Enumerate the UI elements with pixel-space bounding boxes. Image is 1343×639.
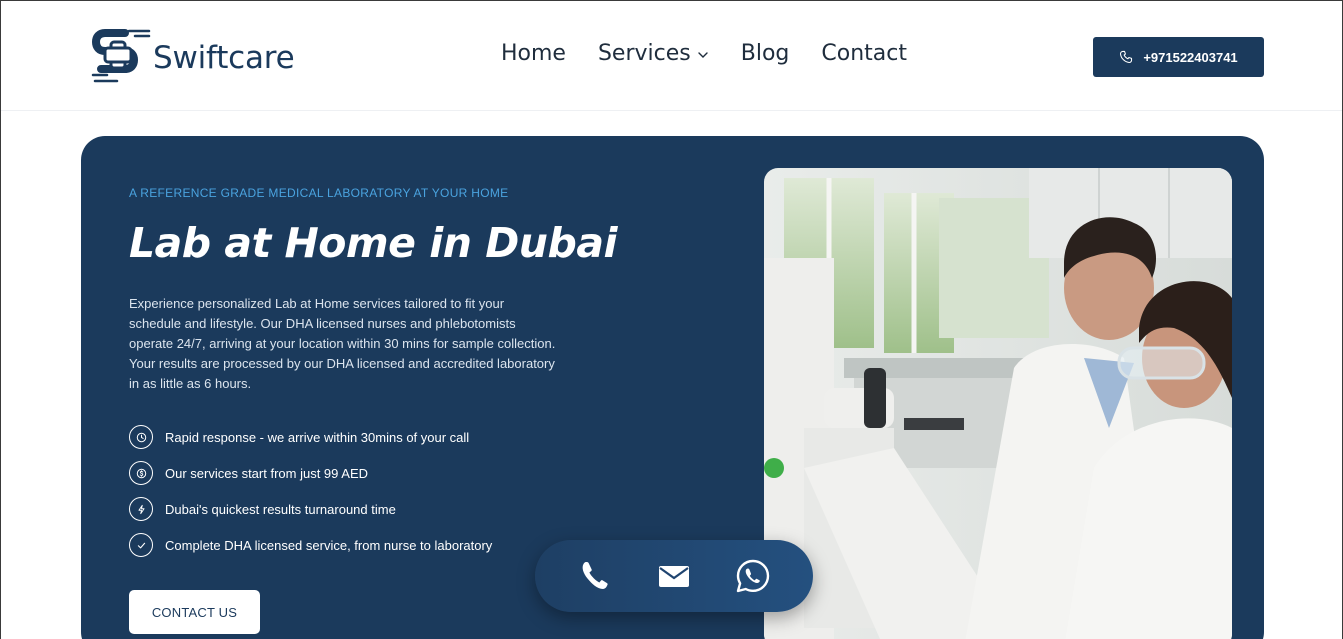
dollar-icon: [129, 461, 153, 485]
floating-contact-bar: [535, 540, 813, 612]
feature-text: Complete DHA licensed service, from nurs…: [165, 537, 493, 553]
lab-scientists-photo: [764, 168, 1232, 639]
nav-item-home[interactable]: Home: [501, 41, 566, 66]
brand-name: Swiftcare: [153, 40, 295, 76]
list-item: Our services start from just 99 AED: [129, 461, 492, 485]
check-icon: [129, 533, 153, 557]
nav-item-contact[interactable]: Contact: [821, 41, 907, 66]
contact-us-button[interactable]: CONTACT US: [129, 590, 260, 634]
feature-text: Rapid response - we arrive within 30mins…: [165, 429, 470, 445]
hero-eyebrow: A REFERENCE GRADE MEDICAL LABORATORY AT …: [129, 186, 509, 200]
float-call-button[interactable]: [573, 554, 617, 598]
list-item: Complete DHA licensed service, from nurs…: [129, 533, 492, 557]
phone-icon: [582, 562, 608, 589]
feature-text: Dubai's quickest results turnaround time: [165, 501, 396, 517]
hero-title: Lab at Home in Dubai: [129, 219, 618, 267]
hero-description: Experience personalized Lab at Home serv…: [129, 296, 556, 391]
swiftcare-logo-icon: [91, 29, 151, 83]
nav-item-blog[interactable]: Blog: [741, 41, 790, 66]
nav-item-services-label: Services: [597, 41, 691, 66]
logo[interactable]: Swiftcare: [91, 27, 295, 89]
feature-list: Rapid response - we arrive within 30mins…: [129, 425, 492, 569]
whatsapp-icon: [737, 559, 770, 593]
list-item: Rapid response - we arrive within 30mins…: [129, 425, 492, 449]
nav-item-services[interactable]: Services: [598, 41, 709, 66]
main-nav: Home Services Blog Contact: [501, 41, 907, 66]
clock-icon: [129, 425, 153, 449]
phone-number: +971522403741: [1143, 49, 1238, 65]
float-whatsapp-button[interactable]: [731, 554, 775, 598]
list-item: Dubai's quickest results turnaround time: [129, 497, 492, 521]
bolt-icon: [129, 497, 153, 521]
phone-button[interactable]: +971522403741: [1093, 37, 1264, 77]
float-mail-button[interactable]: [652, 554, 696, 598]
site-header: Swiftcare Home Services Blog Contact +97…: [1, 1, 1342, 111]
feature-text: Our services start from just 99 AED: [165, 465, 369, 481]
phone-icon: [1120, 50, 1133, 64]
mail-icon: [658, 566, 689, 587]
page: Swiftcare Home Services Blog Contact +97…: [0, 0, 1343, 639]
chevron-down-icon: [698, 51, 708, 58]
